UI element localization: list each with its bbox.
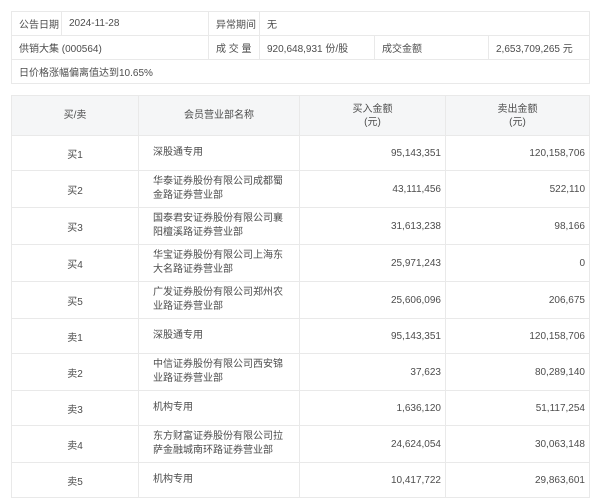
cell-sell-amount: 80,289,140 (446, 354, 590, 391)
cell-branch-name: 东方财富证券股份有限公司拉萨金融城南环路证券营业部 (139, 426, 300, 463)
cell-branch-name: 机构专用 (139, 391, 300, 426)
cell-buy-amount: 24,624,054 (300, 426, 446, 463)
cell-side: 卖4 (12, 426, 139, 463)
cell-sell-amount: 120,158,706 (446, 136, 590, 171)
cell-buy-amount: 25,971,243 (300, 245, 446, 282)
cell-sell-amount: 0 (446, 245, 590, 282)
header-buy-amount-unit: (元) (300, 116, 445, 129)
cell-sell-amount: 51,117,254 (446, 391, 590, 426)
volume-value: 920,648,931 份/股 (260, 36, 375, 60)
table-row: 卖2 中信证券股份有限公司西安锦业路证券营业部 37,623 80,289,14… (12, 354, 590, 391)
abnormal-period-value: 无 (260, 12, 590, 36)
cell-branch-name: 国泰君安证券股份有限公司襄阳檀溪路证券营业部 (139, 208, 300, 245)
lhb-detail-page: 公告日期 2024-11-28 异常期间 无 供销大集 (000564) 成 交… (0, 0, 600, 446)
cell-side: 买2 (12, 171, 139, 208)
cell-branch-name: 机构专用 (139, 463, 300, 498)
cell-branch-name: 广发证券股份有限公司郑州农业路证券营业部 (139, 282, 300, 319)
cell-buy-amount: 95,143,351 (300, 136, 446, 171)
header-side: 买/卖 (12, 96, 139, 136)
cell-sell-amount: 98,166 (446, 208, 590, 245)
table-row: 卖5 机构专用 10,417,722 29,863,601 (12, 463, 590, 498)
cell-side: 卖5 (12, 463, 139, 498)
cell-sell-amount: 120,158,706 (446, 319, 590, 354)
summary-table: 公告日期 2024-11-28 异常期间 无 供销大集 (000564) 成 交… (11, 11, 590, 84)
header-buy-amount: 买入金额 (元) (300, 96, 446, 136)
cell-buy-amount: 25,606,096 (300, 282, 446, 319)
summary-row-reason: 日价格涨幅偏离值达到10.65% (12, 60, 590, 84)
cell-buy-amount: 95,143,351 (300, 319, 446, 354)
turnover-value: 2,653,709,265 元 (489, 36, 590, 60)
cell-side: 买5 (12, 282, 139, 319)
table-row: 买3 国泰君安证券股份有限公司襄阳檀溪路证券营业部 31,613,238 98,… (12, 208, 590, 245)
cell-branch-name: 华泰证券股份有限公司成都蜀金路证券营业部 (139, 171, 300, 208)
seats-table-body: 买1 深股通专用 95,143,351 120,158,706 买2 华泰证券股… (12, 136, 590, 498)
summary-row-date: 公告日期 2024-11-28 异常期间 无 (12, 12, 590, 36)
summary-row-stock: 供销大集 (000564) 成 交 量 920,648,931 份/股 成交金额… (12, 36, 590, 60)
table-row: 买2 华泰证券股份有限公司成都蜀金路证券营业部 43,111,456 522,1… (12, 171, 590, 208)
header-sell-amount: 卖出金额 (元) (446, 96, 590, 136)
table-row: 买4 华宝证券股份有限公司上海东大名路证券营业部 25,971,243 0 (12, 245, 590, 282)
cell-buy-amount: 1,636,120 (300, 391, 446, 426)
seats-table: 买/卖 会员营业部名称 买入金额 (元) 卖出金额 (元) 买1 深股通专用 9… (11, 95, 590, 498)
cell-side: 买4 (12, 245, 139, 282)
turnover-label: 成交金额 (375, 36, 489, 60)
seats-header-row: 买/卖 会员营业部名称 买入金额 (元) 卖出金额 (元) (12, 96, 590, 136)
volume-label: 成 交 量 (209, 36, 260, 60)
header-sell-amount-title: 卖出金额 (446, 103, 589, 116)
stock-name-code: 供销大集 (000564) (12, 36, 209, 60)
cell-sell-amount: 522,110 (446, 171, 590, 208)
cell-side: 买1 (12, 136, 139, 171)
cell-buy-amount: 43,111,456 (300, 171, 446, 208)
cell-branch-name: 深股通专用 (139, 319, 300, 354)
cell-buy-amount: 31,613,238 (300, 208, 446, 245)
listing-reason: 日价格涨幅偏离值达到10.65% (12, 60, 590, 84)
table-row: 卖4 东方财富证券股份有限公司拉萨金融城南环路证券营业部 24,624,054 … (12, 426, 590, 463)
cell-branch-name: 中信证券股份有限公司西安锦业路证券营业部 (139, 354, 300, 391)
table-row: 买1 深股通专用 95,143,351 120,158,706 (12, 136, 590, 171)
cell-side: 买3 (12, 208, 139, 245)
cell-branch-name: 华宝证券股份有限公司上海东大名路证券营业部 (139, 245, 300, 282)
cell-sell-amount: 30,063,148 (446, 426, 590, 463)
cell-side: 卖2 (12, 354, 139, 391)
table-row: 卖1 深股通专用 95,143,351 120,158,706 (12, 319, 590, 354)
cell-branch-name: 深股通专用 (139, 136, 300, 171)
abnormal-period-label: 异常期间 (209, 12, 260, 36)
cell-sell-amount: 206,675 (446, 282, 590, 319)
table-row: 卖3 机构专用 1,636,120 51,117,254 (12, 391, 590, 426)
cell-buy-amount: 10,417,722 (300, 463, 446, 498)
cell-side: 卖3 (12, 391, 139, 426)
header-buy-amount-title: 买入金额 (300, 103, 445, 116)
cell-side: 卖1 (12, 319, 139, 354)
announce-date-value: 2024-11-28 (62, 12, 209, 36)
header-sell-amount-unit: (元) (446, 116, 589, 129)
header-branch: 会员营业部名称 (139, 96, 300, 136)
table-row: 买5 广发证券股份有限公司郑州农业路证券营业部 25,606,096 206,6… (12, 282, 590, 319)
cell-sell-amount: 29,863,601 (446, 463, 590, 498)
cell-buy-amount: 37,623 (300, 354, 446, 391)
announce-date-label: 公告日期 (12, 12, 62, 36)
